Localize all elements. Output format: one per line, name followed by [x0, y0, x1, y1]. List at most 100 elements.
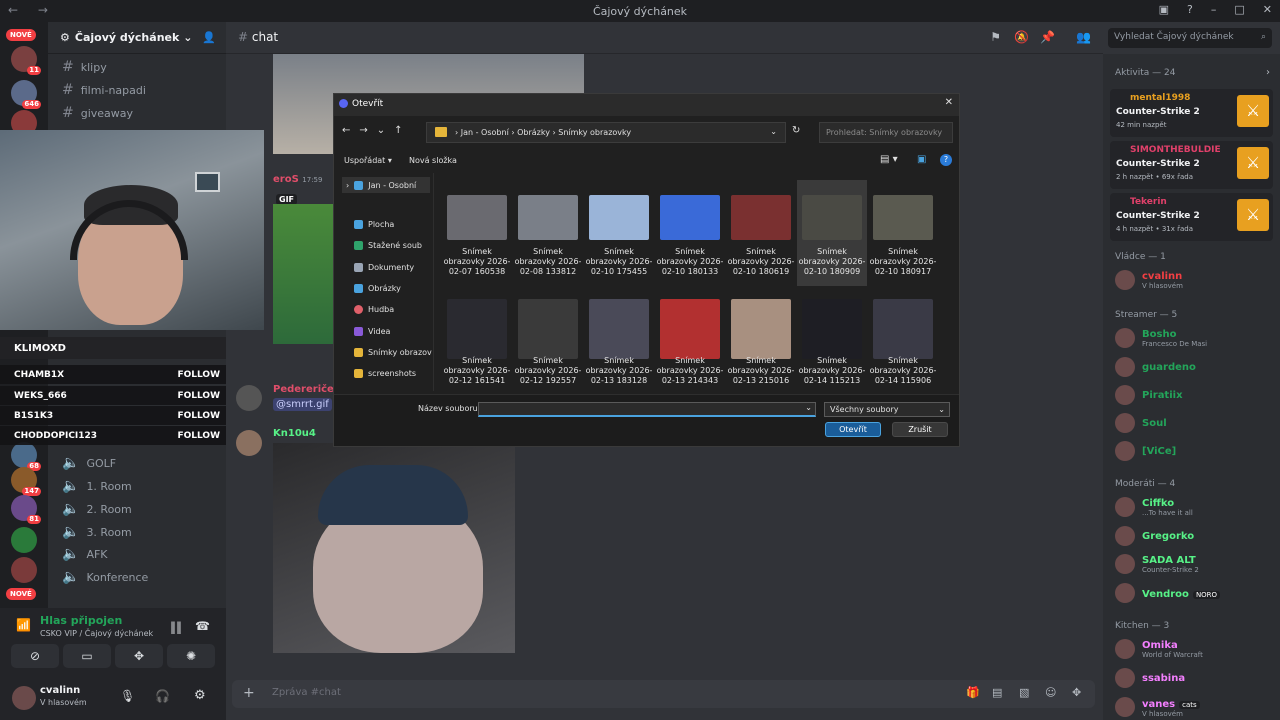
- mention[interactable]: @smrrt.gif: [273, 398, 332, 411]
- cancel-button[interactable]: Zrušit: [892, 422, 948, 437]
- member-item[interactable]: ssabina: [1115, 668, 1185, 688]
- microphone-icon[interactable]: 🎙: [120, 689, 135, 703]
- soundboard-button[interactable]: ✺: [167, 644, 215, 668]
- maximize-icon[interactable]: □: [1234, 3, 1244, 16]
- file-name[interactable]: Snímek obrazovky 2026-02-10 180917: [868, 247, 938, 277]
- file-thumbnail[interactable]: [731, 299, 791, 359]
- pin-icon[interactable]: 📌: [1040, 30, 1055, 44]
- file-name[interactable]: Snímek obrazovky 2026-02-10 180619: [726, 247, 796, 277]
- inbox-icon[interactable]: ▣: [1159, 3, 1169, 16]
- server-icon[interactable]: 147: [11, 467, 41, 496]
- message-author[interactable]: Pedereriček: [273, 384, 341, 395]
- nav-item-desktop[interactable]: Plocha: [354, 220, 394, 229]
- organize-button[interactable]: Uspořádat ▾: [344, 156, 392, 165]
- file-name[interactable]: Snímek obrazovky 2026-02-10 175455: [584, 247, 654, 277]
- member-item[interactable]: Omika World of Warcraft: [1115, 639, 1203, 659]
- channel-item[interactable]: # klipy: [62, 59, 107, 75]
- file-name[interactable]: Snímek obrazovky 2026-02-10 180133: [655, 247, 725, 277]
- nav-item-screenshots[interactable]: Snímky obrazov: [354, 348, 432, 357]
- message-image[interactable]: [273, 443, 515, 653]
- member-item[interactable]: guardeno: [1115, 357, 1196, 377]
- file-thumbnail[interactable]: [660, 299, 720, 359]
- server-icon[interactable]: 646: [11, 80, 41, 109]
- member-item[interactable]: [ViCe]: [1115, 441, 1176, 461]
- file-thumbnail[interactable]: [873, 195, 933, 240]
- help-icon[interactable]: ?: [1187, 3, 1193, 16]
- message-author[interactable]: eroS 17:59: [273, 174, 322, 185]
- gear-icon[interactable]: ⚙: [194, 688, 206, 703]
- file-thumbnail[interactable]: [802, 299, 862, 359]
- file-name[interactable]: Snímek obrazovky 2026-02-12 192557: [513, 356, 583, 386]
- new-folder-button[interactable]: Nová složka: [409, 156, 457, 165]
- search-input[interactable]: Vyhledat Čajový dýchánek ⌕: [1108, 28, 1272, 48]
- nav-item-pictures[interactable]: Obrázky: [354, 284, 401, 293]
- avatar[interactable]: [236, 430, 262, 456]
- avatar[interactable]: [236, 385, 262, 411]
- camera-off-button[interactable]: ⊘: [11, 644, 59, 668]
- open-button[interactable]: Otevřít: [825, 422, 881, 437]
- dialog-nav-icons[interactable]: ←→⌄↑: [342, 125, 412, 136]
- nav-item-home[interactable]: › Jan - Osobní: [342, 177, 430, 193]
- voice-channel-item[interactable]: 🔈 3. Room: [62, 524, 132, 540]
- voice-channel-item[interactable]: 🔈 AFK: [62, 546, 108, 562]
- chevron-right-icon[interactable]: ›: [1266, 67, 1270, 78]
- voice-channel-item[interactable]: 🔈 2. Room: [62, 501, 132, 517]
- add-member-icon[interactable]: 👤: [202, 31, 216, 44]
- file-thumbnail[interactable]: [731, 195, 791, 240]
- message-gif[interactable]: [273, 204, 334, 344]
- member-item[interactable]: cvalinn V hlasovém: [1115, 270, 1183, 290]
- nav-item-screenshots2[interactable]: screenshots: [354, 369, 416, 378]
- screen-share-button[interactable]: ▭: [63, 644, 111, 668]
- view-icon[interactable]: ▤ ▾: [880, 154, 898, 165]
- nav-item-videos[interactable]: Videa: [354, 327, 390, 336]
- server-header[interactable]: ⚙ Čajový dýchánek ⌄ 👤: [48, 22, 226, 54]
- preview-pane-icon[interactable]: ▣: [917, 154, 926, 165]
- voice-channel-item[interactable]: 🔈 GOLF: [62, 455, 116, 471]
- nav-arrows-icon[interactable]: ← →: [8, 3, 56, 17]
- mute-icon[interactable]: 🔕: [1014, 30, 1029, 44]
- help-icon[interactable]: ?: [940, 154, 952, 166]
- dialog-search-input[interactable]: Prohledat: Snímky obrazovky: [819, 122, 953, 143]
- file-name[interactable]: Snímek obrazovky 2026-02-10 180909: [797, 247, 867, 277]
- nav-item-documents[interactable]: Dokumenty: [354, 263, 414, 272]
- chevron-down-icon[interactable]: ⌄: [770, 127, 777, 136]
- file-name-input[interactable]: ⌄: [478, 402, 816, 417]
- member-item[interactable]: Ciffko ...To have it all: [1115, 497, 1193, 517]
- activity-card[interactable]: Tekerin Counter-Strike 2 4 h nazpět • 31…: [1110, 193, 1273, 241]
- headphones-icon[interactable]: 🎧: [155, 689, 170, 703]
- member-item[interactable]: SADA ALT Counter-Strike 2: [1115, 554, 1199, 574]
- member-item[interactable]: Piratiix: [1115, 385, 1183, 405]
- activity-card[interactable]: mental1998 Counter-Strike 2 42 min nazpě…: [1110, 89, 1273, 137]
- chevron-down-icon[interactable]: ⌄: [805, 403, 812, 412]
- gift-icon[interactable]: 🎁: [966, 686, 980, 699]
- members-icon[interactable]: 👥: [1076, 30, 1091, 44]
- file-thumbnail[interactable]: [518, 195, 578, 240]
- member-item[interactable]: Soul: [1115, 413, 1167, 433]
- file-thumbnail[interactable]: [518, 299, 578, 359]
- file-thumbnail[interactable]: [873, 299, 933, 359]
- member-item[interactable]: Vendroo NORO: [1115, 583, 1221, 603]
- member-item[interactable]: Gregorko: [1115, 526, 1194, 546]
- activity-card[interactable]: SIMONTHEBULDIE Counter-Strike 2 2 h nazp…: [1110, 141, 1273, 189]
- member-item[interactable]: vanes cats V hlasovém: [1115, 696, 1200, 718]
- channel-item[interactable]: # filmi-napadi: [62, 82, 146, 98]
- file-name[interactable]: Snímek obrazovky 2026-02-14 115906: [868, 356, 938, 386]
- server-icon[interactable]: [11, 557, 37, 583]
- file-type-select[interactable]: Všechny soubory ⌄: [824, 402, 950, 417]
- file-name[interactable]: Snímek obrazovky 2026-02-14 115213: [797, 356, 867, 386]
- file-thumbnail[interactable]: [447, 299, 507, 359]
- file-name[interactable]: Snímek obrazovky 2026-02-13 183128: [584, 356, 654, 386]
- server-icon[interactable]: 11: [11, 46, 41, 75]
- file-name[interactable]: Snímek obrazovky 2026-02-13 214343: [655, 356, 725, 386]
- server-icon[interactable]: [11, 527, 37, 553]
- nav-item-music[interactable]: Hudba: [354, 305, 394, 314]
- minimize-icon[interactable]: –: [1211, 3, 1217, 16]
- sticker-icon[interactable]: ▧: [1019, 686, 1029, 699]
- file-thumbnail[interactable]: [660, 195, 720, 240]
- gif-icon[interactable]: ▤: [992, 686, 1002, 699]
- voice-channel-item[interactable]: 🔈 Konference: [62, 569, 148, 585]
- file-thumbnail[interactable]: [589, 299, 649, 359]
- close-icon[interactable]: ✕: [945, 97, 953, 108]
- activities-button[interactable]: ✥: [115, 644, 163, 668]
- refresh-icon[interactable]: ↻: [792, 125, 800, 136]
